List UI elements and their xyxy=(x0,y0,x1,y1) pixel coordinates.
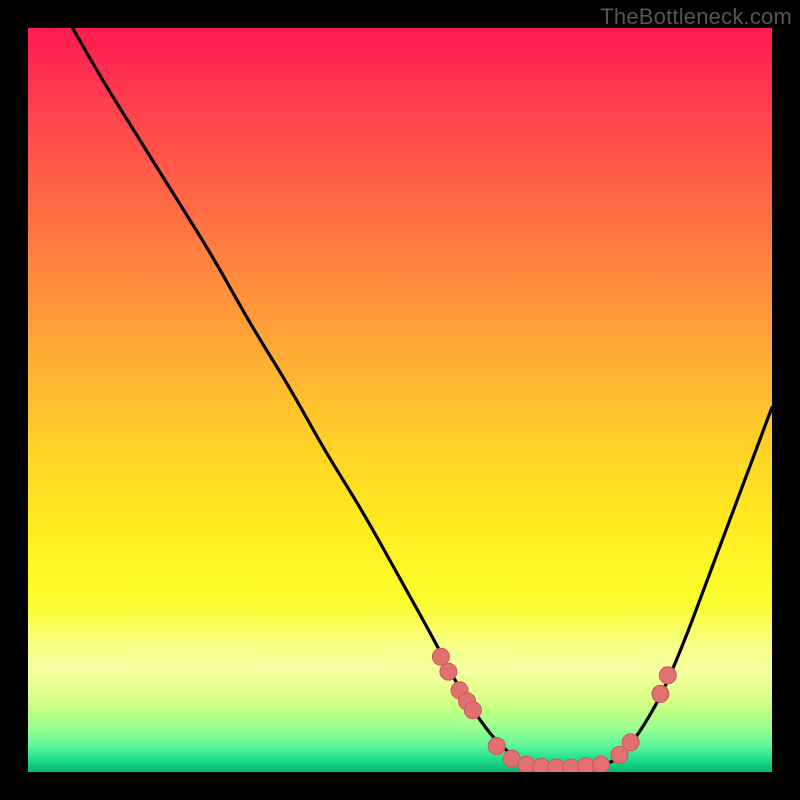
bottleneck-curve xyxy=(73,28,772,768)
scatter-dot xyxy=(592,756,609,772)
scatter-dots xyxy=(432,648,676,772)
watermark-text: TheBottleneck.com xyxy=(600,4,792,30)
scatter-dot xyxy=(464,702,481,719)
scatter-dot xyxy=(652,685,669,702)
scatter-dot xyxy=(548,759,565,772)
scatter-dot xyxy=(518,756,535,772)
chart-frame: TheBottleneck.com xyxy=(0,0,800,800)
scatter-dot xyxy=(533,758,550,772)
scatter-dot xyxy=(488,738,505,755)
scatter-dot xyxy=(622,734,639,751)
scatter-dot xyxy=(440,663,457,680)
scatter-dot xyxy=(659,667,676,684)
curve-layer xyxy=(28,28,772,772)
scatter-dot xyxy=(432,648,449,665)
plot-area xyxy=(28,28,772,772)
